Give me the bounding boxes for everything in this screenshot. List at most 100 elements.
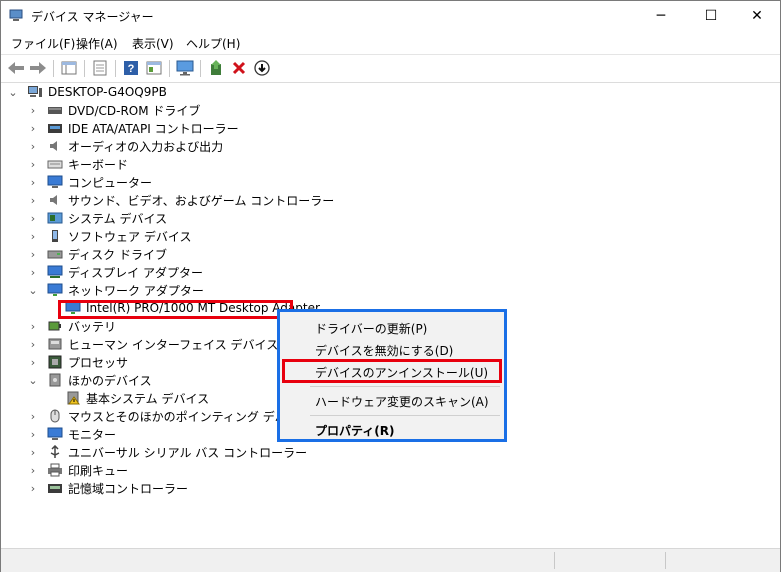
uninstall-icon[interactable]	[229, 59, 249, 77]
tree-item-label: システム デバイス	[68, 211, 168, 226]
mouse-icon	[47, 409, 63, 423]
ctx-properties[interactable]: プロパティ(R)	[315, 422, 395, 439]
chevron-right-icon[interactable]: ›	[27, 425, 39, 443]
chevron-right-icon[interactable]: ›	[27, 335, 39, 353]
selected-item-highlight	[58, 300, 293, 319]
tree-item-label: モニター	[68, 427, 117, 442]
tree-item[interactable]: › オーディオの入力および出力	[27, 137, 223, 155]
minimize-button[interactable]: ─	[638, 1, 684, 31]
tree-item[interactable]: › プロセッサ	[27, 353, 128, 371]
tree-item[interactable]: › モニター	[27, 425, 116, 443]
system-device-icon	[47, 211, 63, 225]
tree-item-label: マウスとそのほかのポインティング デバイス	[68, 409, 311, 424]
tree-item[interactable]: › マウスとそのほかのポインティング デバイス	[27, 407, 310, 425]
tree-item[interactable]: 基本システム デバイス	[65, 389, 209, 407]
status-separator	[554, 552, 555, 569]
maximize-button[interactable]: ☐	[688, 1, 734, 31]
tree-item[interactable]: › システム デバイス	[27, 209, 167, 227]
tree-item[interactable]: › コンピューター	[27, 173, 152, 191]
status-bar	[1, 548, 780, 572]
menu-file[interactable]: ファイル(F)	[11, 35, 75, 52]
tree-item[interactable]: › ディスプレイ アダプター	[27, 263, 203, 281]
usb-icon	[47, 444, 63, 459]
tree-item-label: ディスク ドライブ	[68, 247, 167, 262]
computer-icon	[47, 175, 63, 189]
chevron-right-icon[interactable]: ›	[27, 191, 39, 209]
other-device-icon	[47, 373, 63, 387]
chevron-down-icon[interactable]: ⌄	[7, 83, 19, 101]
chevron-right-icon[interactable]: ›	[27, 137, 39, 155]
scan-monitor-icon[interactable]	[175, 59, 195, 77]
ctx-update-driver[interactable]: ドライバーの更新(P)	[315, 320, 427, 337]
tree-item[interactable]: › 印刷キュー	[27, 461, 128, 479]
chevron-right-icon[interactable]: ›	[27, 209, 39, 227]
chevron-right-icon[interactable]: ›	[27, 407, 39, 425]
chevron-right-icon[interactable]: ›	[27, 119, 39, 137]
tree-item[interactable]: › ヒューマン インターフェイス デバイス	[27, 335, 278, 353]
computer-root-icon	[27, 85, 43, 99]
tree-item-label: DVD/CD-ROM ドライブ	[68, 103, 201, 118]
tree-root-label: DESKTOP-G4OQ9PB	[48, 85, 167, 99]
battery-icon	[47, 319, 63, 333]
tree-item-label: キーボード	[68, 157, 129, 172]
show-hide-tree-icon[interactable]	[59, 59, 79, 77]
tree-item[interactable]: › IDE ATA/ATAPI コントローラー	[27, 119, 239, 137]
dvd-drive-icon	[47, 103, 63, 117]
tree-item-label: プロセッサ	[68, 355, 129, 370]
disable-icon[interactable]	[252, 59, 272, 77]
toolbar-separator	[169, 60, 170, 77]
tree-item[interactable]: › ディスク ドライブ	[27, 245, 167, 263]
chevron-right-icon[interactable]: ›	[27, 263, 39, 281]
device-manager-window: デバイス マネージャー ─ ☐ ✕ ファイル(F) 操作(A) 表示(V) ヘル…	[0, 0, 781, 572]
chevron-right-icon[interactable]: ›	[27, 155, 39, 173]
tree-item[interactable]: › キーボード	[27, 155, 128, 173]
chevron-right-icon[interactable]: ›	[27, 173, 39, 191]
chevron-right-icon[interactable]: ›	[27, 479, 39, 497]
back-arrow-icon[interactable]	[6, 59, 26, 77]
toolbar-separator	[200, 60, 201, 77]
uninstall-highlight	[282, 359, 502, 383]
view-icon[interactable]	[144, 59, 164, 77]
close-button[interactable]: ✕	[734, 1, 780, 31]
chevron-right-icon[interactable]: ›	[27, 245, 39, 263]
help-icon[interactable]: ?	[121, 59, 141, 77]
ctx-scan-hardware[interactable]: ハードウェア変更のスキャン(A)	[315, 393, 489, 410]
tree-item[interactable]: › DVD/CD-ROM ドライブ	[27, 101, 201, 119]
tree-item-label: ユニバーサル シリアル バス コントローラー	[68, 445, 308, 460]
warning-device-icon	[65, 391, 81, 405]
chevron-right-icon[interactable]: ›	[27, 353, 39, 371]
tree-item[interactable]: › ソフトウェア デバイス	[27, 227, 192, 245]
tree-item-label: 基本システム デバイス	[86, 391, 210, 406]
sound-icon	[47, 193, 63, 207]
tree-item[interactable]: ⌄ ネットワーク アダプター	[27, 281, 204, 299]
chevron-right-icon[interactable]: ›	[27, 317, 39, 335]
ctx-disable-device[interactable]: デバイスを無効にする(D)	[315, 342, 453, 359]
tree-item-label: IDE ATA/ATAPI コントローラー	[68, 121, 239, 136]
chevron-right-icon[interactable]: ›	[27, 101, 39, 119]
chevron-down-icon[interactable]: ⌄	[27, 281, 39, 299]
tree-item-label: サウンド、ビデオ、およびゲーム コントローラー	[68, 193, 335, 208]
properties-icon[interactable]	[90, 59, 110, 77]
monitor-icon	[47, 427, 63, 441]
hid-icon	[47, 337, 63, 351]
chevron-down-icon[interactable]: ⌄	[27, 371, 39, 389]
tree-item-label: バッテリ	[68, 319, 117, 334]
chevron-right-icon[interactable]: ›	[27, 227, 39, 245]
tree-item[interactable]: › ユニバーサル シリアル バス コントローラー	[27, 443, 307, 461]
forward-arrow-icon[interactable]	[28, 59, 48, 77]
chevron-right-icon[interactable]: ›	[27, 443, 39, 461]
menu-bar: ファイル(F) 操作(A) 表示(V) ヘルプ(H)	[1, 31, 780, 53]
tree-item[interactable]: ⌄ ほかのデバイス	[27, 371, 152, 389]
context-menu-separator	[310, 415, 500, 416]
update-driver-icon[interactable]	[206, 59, 226, 77]
menu-view[interactable]: 表示(V)	[132, 35, 174, 52]
tree-item[interactable]: › 記憶域コントローラー	[27, 479, 188, 497]
chevron-right-icon[interactable]: ›	[27, 461, 39, 479]
menu-help[interactable]: ヘルプ(H)	[186, 35, 240, 52]
tree-root[interactable]: ⌄ DESKTOP-G4OQ9PB	[7, 83, 167, 101]
printer-icon	[47, 463, 63, 477]
tree-item[interactable]: › サウンド、ビデオ、およびゲーム コントローラー	[27, 191, 334, 209]
toolbar-separator	[115, 60, 116, 77]
tree-item[interactable]: › バッテリ	[27, 317, 116, 335]
menu-action[interactable]: 操作(A)	[76, 35, 118, 52]
